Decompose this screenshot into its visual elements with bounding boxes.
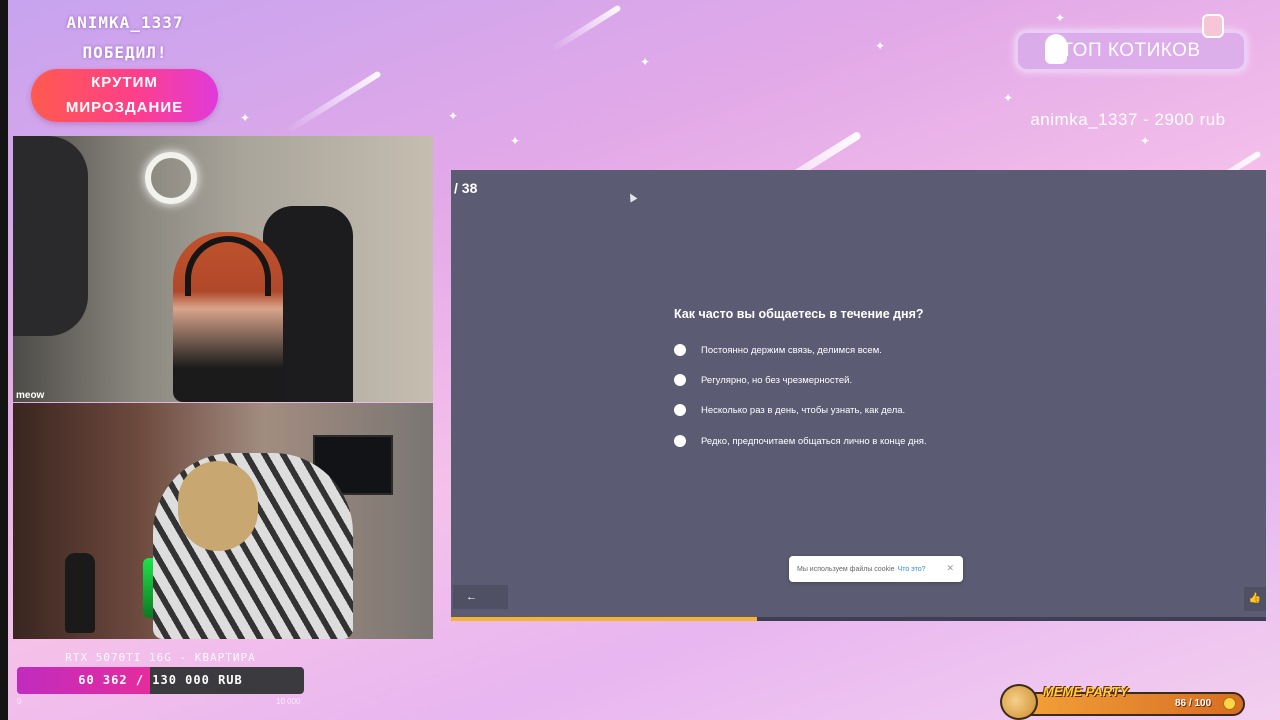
quiz-panel: / 38 Как часто вы общаетесь в течение дн…	[451, 170, 1266, 621]
answer-label: Регулярно, но без чрезмерностей.	[701, 374, 853, 386]
star-decoration: ✦	[1003, 91, 1014, 105]
coin-icon	[1223, 697, 1236, 710]
donation-goal-amount: 60 362 / 130 000 RUB	[17, 667, 304, 694]
answer-option[interactable]: Редко, предпочитаем общаться лично в кон…	[674, 435, 927, 447]
like-button[interactable]: 👍	[1244, 587, 1266, 611]
star-decoration: ✦	[1140, 134, 1151, 148]
answer-option[interactable]: Регулярно, но без чрезмерностей.	[674, 374, 852, 386]
top-donor: animka_1337 - 2900 rub	[1030, 110, 1226, 129]
shooting-star-decoration	[550, 4, 622, 52]
winner-name: ANIMKA_1337	[66, 13, 184, 32]
webcam-top: meow	[13, 136, 433, 402]
star-decoration: ✦	[640, 55, 651, 69]
answer-label: Редко, предпочитаем общаться лично в кон…	[701, 435, 927, 447]
top-cats-title: ТОП КОТИКОВ	[1061, 40, 1201, 61]
goal-current: 60 362	[78, 673, 128, 687]
cookie-text: Мы используем файлы cookie	[797, 565, 895, 573]
meme-party-count: 86 / 100	[1175, 698, 1212, 709]
doge-icon	[1000, 684, 1038, 720]
star-decoration: ✦	[448, 109, 459, 123]
webcam-bottom	[13, 403, 433, 639]
winner-status: ПОБЕДИЛ!	[82, 43, 168, 62]
answer-label: Постоянно держим связь, делимся всем.	[701, 344, 882, 356]
answer-label: Несколько раз в день, чтобы узнать, как …	[701, 404, 906, 416]
goal-min-label: 0	[17, 697, 22, 706]
mouse-cursor-icon	[626, 191, 638, 203]
answer-option[interactable]: Несколько раз в день, чтобы узнать, как …	[674, 404, 905, 416]
meme-party-widget: MEME PARTY 86 / 100	[995, 684, 1245, 720]
close-icon[interactable]: ✕	[946, 563, 954, 574]
webcam-label: meow	[16, 390, 45, 401]
goal-separator: /	[135, 673, 145, 687]
thumbs-up-icon: 👍	[1248, 593, 1262, 604]
question-counter: / 38	[454, 180, 478, 196]
cookie-banner: Мы используем файлы cookie Что это? ✕	[789, 556, 963, 582]
meme-party-title: MEME PARTY	[1043, 684, 1129, 699]
answer-option[interactable]: Постоянно держим связь, делимся всем.	[674, 344, 882, 356]
arrow-left-icon: ←	[466, 591, 477, 603]
donation-goal-bar: 60 362 / 130 000 RUB	[17, 667, 304, 694]
spin-universe-badge: КРУТИМ МИРОЗДАНИЕ	[31, 69, 218, 122]
quiz-progress-fill	[451, 617, 757, 621]
radio-button[interactable]	[674, 344, 686, 356]
microphone-arm	[13, 136, 88, 336]
star-decoration: ✦	[240, 111, 251, 125]
spin-badge-line1: КРУТИМ	[91, 74, 158, 91]
shooting-star-decoration	[285, 70, 382, 134]
bottle	[65, 553, 95, 633]
radio-button[interactable]	[674, 404, 686, 416]
winner-announcement: ANIMKA_1337 ПОБЕДИЛ!	[40, 8, 210, 68]
goal-max-label: 10 000	[276, 697, 301, 706]
donation-goal-title: RTX 5070TI 16G - КВАРТИРА	[65, 651, 256, 664]
cat-icon	[1045, 34, 1067, 64]
streamer-hair	[178, 461, 258, 551]
ring-light	[145, 152, 197, 204]
spin-badge-line2: МИРОЗДАНИЕ	[65, 99, 184, 116]
milk-carton-icon	[1202, 14, 1224, 38]
quiz-progress-bar	[451, 617, 1266, 621]
left-edge-strip	[0, 0, 8, 720]
goal-target: 130 000 RUB	[152, 673, 243, 687]
star-decoration: ✦	[1055, 11, 1066, 25]
radio-button[interactable]	[674, 374, 686, 386]
cookie-info-link[interactable]: Что это?	[898, 566, 926, 573]
radio-button[interactable]	[674, 435, 686, 447]
quiz-question: Как часто вы общаетесь в течение дня?	[674, 307, 924, 321]
star-decoration: ✦	[510, 134, 521, 148]
star-decoration: ✦	[875, 39, 886, 53]
back-button[interactable]: ←	[453, 585, 508, 609]
